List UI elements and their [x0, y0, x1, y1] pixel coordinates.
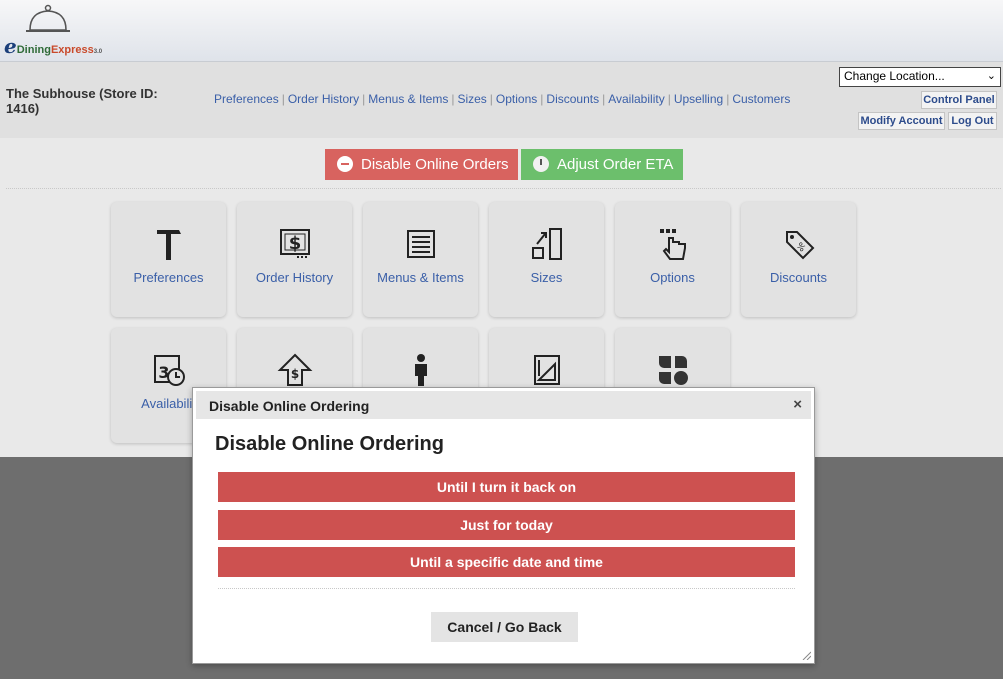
nav-separator: |	[362, 92, 366, 106]
cloche-icon	[26, 4, 70, 32]
clock-icon	[533, 156, 549, 172]
person-icon	[415, 354, 427, 386]
disable-online-orders-button[interactable]: Disable Online Orders	[325, 149, 518, 180]
nav-separator: |	[281, 92, 285, 106]
menu-list-icon	[407, 230, 435, 258]
store-name: The Subhouse (Store ID: 1416)	[6, 86, 158, 116]
nav-link-options[interactable]: Options	[496, 92, 537, 106]
dollar-receipt-icon: $	[280, 229, 310, 258]
nav-link-order-history[interactable]: Order History	[288, 92, 359, 106]
dialog-heading: Disable Online Ordering	[215, 433, 444, 455]
resize-handle-icon[interactable]	[801, 650, 811, 660]
svg-text:$: $	[291, 367, 299, 381]
resize-icon	[532, 228, 562, 260]
tile-discounts[interactable]: % Discounts	[741, 202, 856, 317]
until-specific-date-button[interactable]: Until a specific date and time	[218, 547, 795, 577]
svg-text:%: %	[794, 241, 807, 254]
dialog-titlebar[interactable]: Disable Online Ordering ×	[196, 391, 811, 419]
tile-order-history[interactable]: $ Order History	[237, 202, 352, 317]
close-icon[interactable]: ×	[793, 396, 802, 413]
log-out-button[interactable]: Log Out	[948, 112, 997, 130]
tile-label: Sizes	[530, 270, 563, 285]
tile-label: Options	[650, 270, 695, 285]
nav-link-menus-items[interactable]: Menus & Items	[368, 92, 448, 106]
adjust-order-eta-label: Adjust Order ETA	[557, 156, 674, 173]
tile-label: Preferences	[133, 270, 204, 285]
change-location-select[interactable]: Change Location... ⌄	[839, 67, 1001, 87]
location-select-value: Change Location...	[844, 69, 945, 83]
logo-text: eDiningExpress3.0	[4, 34, 103, 58]
pointer-hand-icon	[660, 229, 686, 260]
hammer-icon	[157, 230, 181, 260]
nav-link-customers[interactable]: Customers	[732, 92, 790, 106]
section-divider	[6, 188, 1001, 189]
nav-link-upselling[interactable]: Upselling	[674, 92, 723, 106]
nav-links: Preferences | Order History | Menus & Items |…	[214, 92, 790, 106]
blueprint-icon	[534, 355, 560, 385]
until-turn-back-on-button[interactable]: Until I turn it back on	[218, 472, 795, 502]
header: eDiningExpress3.0	[0, 0, 1003, 62]
nav-separator: |	[489, 92, 493, 106]
nav-separator: |	[667, 92, 671, 106]
upsell-arrow-icon: $	[277, 353, 313, 386]
cancel-go-back-button[interactable]: Cancel / Go Back	[431, 612, 578, 642]
dialog-title: Disable Online Ordering	[209, 398, 370, 414]
control-panel-button[interactable]: Control Panel	[921, 91, 997, 109]
tile-menus-items[interactable]: Menus & Items	[363, 202, 478, 317]
edining-logo[interactable]: eDiningExpress3.0	[4, 4, 114, 58]
clover-icon	[659, 356, 688, 385]
dialog-divider	[218, 588, 795, 589]
modify-account-button[interactable]: Modify Account	[858, 112, 945, 130]
nav-separator: |	[726, 92, 730, 106]
nav-link-discounts[interactable]: Discounts	[546, 92, 599, 106]
nav-link-preferences[interactable]: Preferences	[214, 92, 279, 106]
adjust-order-eta-button[interactable]: Adjust Order ETA	[521, 149, 683, 180]
nav-link-availability[interactable]: Availability	[608, 92, 664, 106]
no-entry-icon	[337, 156, 353, 172]
tile-options[interactable]: Options	[615, 202, 730, 317]
nav-link-sizes[interactable]: Sizes	[457, 92, 486, 106]
tile-label: Discounts	[769, 270, 828, 285]
nav-separator: |	[451, 92, 455, 106]
tile-label: Order History	[255, 270, 334, 285]
calendar-clock-icon: 3	[154, 355, 185, 386]
svg-text:$: $	[289, 233, 302, 254]
tile-preferences[interactable]: Preferences	[111, 202, 226, 317]
price-tag-icon: %	[786, 231, 815, 260]
tile-sizes[interactable]: Sizes	[489, 202, 604, 317]
chevron-down-icon: ⌄	[986, 70, 996, 82]
nav-separator: |	[540, 92, 544, 106]
just-for-today-button[interactable]: Just for today	[218, 510, 795, 540]
tile-label: Menus & Items	[377, 270, 464, 285]
disable-ordering-dialog: Disable Online Ordering × Disable Online…	[192, 387, 815, 664]
disable-online-orders-label: Disable Online Orders	[361, 156, 509, 173]
nav-separator: |	[602, 92, 606, 106]
